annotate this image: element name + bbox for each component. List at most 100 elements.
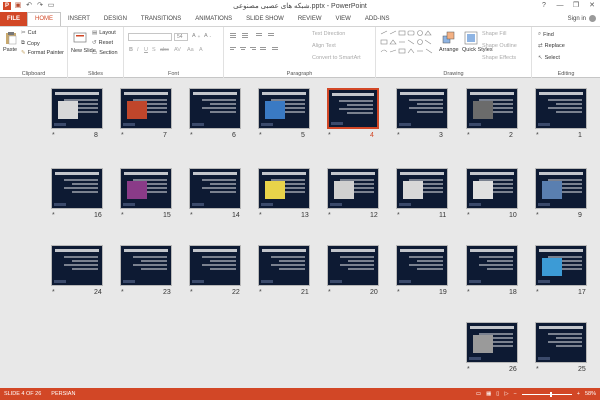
font-color-button[interactable]: A [199, 47, 203, 53]
reset-button[interactable]: ↺ Reset [92, 40, 113, 46]
zoom-level[interactable]: 58% [585, 391, 596, 397]
arrange-icon[interactable] [442, 31, 456, 45]
maximize-button[interactable]: ❐ [568, 0, 584, 12]
slideshow-view-icon[interactable]: ▷ [504, 391, 508, 397]
zoom-out-icon[interactable]: − [514, 391, 517, 397]
paste-button[interactable]: Paste [3, 47, 17, 53]
shape-fill-button[interactable]: Shape Fill [482, 31, 506, 37]
slide-transition-star[interactable]: * [259, 212, 262, 219]
layout-button[interactable]: ▤ Layout [92, 30, 116, 36]
tab-review[interactable]: REVIEW [291, 12, 329, 26]
slide-thumbnail[interactable] [396, 168, 448, 209]
slide-transition-star[interactable]: * [190, 289, 193, 296]
section-button[interactable]: ▭ Section [92, 50, 118, 56]
slide-transition-star[interactable]: * [52, 132, 55, 139]
slide-transition-star[interactable]: * [397, 132, 400, 139]
slide-transition-star[interactable]: * [121, 212, 124, 219]
slide-transition-star[interactable]: * [467, 212, 470, 219]
italic-button[interactable]: I [137, 47, 139, 53]
tab-design[interactable]: DESIGN [97, 12, 134, 26]
text-direction-button[interactable]: Text Direction [312, 31, 345, 37]
minimize-button[interactable]: — [552, 0, 568, 12]
align-text-button[interactable]: Align Text [312, 43, 336, 49]
paste-icon[interactable] [4, 31, 18, 45]
change-case-button[interactable]: Aa [187, 47, 194, 53]
slide-thumbnail[interactable] [258, 88, 310, 129]
shape-effects-button[interactable]: Shape Effects [482, 55, 516, 61]
zoom-slider-thumb[interactable] [549, 391, 552, 397]
zoom-in-icon[interactable]: + [577, 391, 580, 397]
slide-transition-star[interactable]: * [328, 212, 331, 219]
spacing-button[interactable]: AV [174, 47, 181, 53]
cut-button[interactable]: ✂ Cut [21, 30, 36, 36]
strikethrough-button[interactable]: abc [160, 47, 169, 53]
slide-thumbnail[interactable] [466, 322, 518, 363]
normal-view-icon[interactable]: ▭ [476, 391, 481, 397]
slide-thumbnail[interactable] [189, 168, 241, 209]
format-painter-button[interactable]: ✎ Format Painter [21, 50, 64, 56]
tab-transitions[interactable]: TRANSITIONS [134, 12, 188, 26]
slide-thumbnail[interactable] [396, 88, 448, 129]
underline-button[interactable]: U [144, 47, 148, 53]
slide-transition-star[interactable]: * [536, 289, 539, 296]
slide-transition-star[interactable]: * [52, 289, 55, 296]
slide-transition-star[interactable]: * [121, 132, 124, 139]
reading-view-icon[interactable]: ▯ [496, 391, 499, 397]
slide-thumbnail[interactable] [466, 245, 518, 286]
slide-sorter-view-icon[interactable]: ▦ [486, 391, 491, 397]
slide-transition-star[interactable]: * [121, 289, 124, 296]
slide-transition-star[interactable]: * [190, 132, 193, 139]
slide-transition-star[interactable]: * [190, 212, 193, 219]
slide-thumbnail[interactable] [120, 245, 172, 286]
tab-home[interactable]: HOME [27, 12, 61, 26]
tab-animations[interactable]: ANIMATIONS [188, 12, 239, 26]
slide-thumbnail[interactable] [396, 245, 448, 286]
slide-transition-star[interactable]: * [328, 132, 331, 139]
tab-view[interactable]: VIEW [329, 12, 358, 26]
help-button[interactable]: ? [536, 0, 552, 12]
slide-thumbnail[interactable] [535, 245, 587, 286]
slide-thumbnail[interactable] [189, 88, 241, 129]
slide-transition-star[interactable]: * [397, 212, 400, 219]
zoom-slider[interactable] [521, 391, 572, 397]
select-button[interactable]: ↖ Select [538, 55, 560, 61]
slide-thumbnail[interactable] [120, 88, 172, 129]
slide-thumbnail[interactable] [51, 245, 103, 286]
language-indicator[interactable]: PERSIAN [51, 391, 75, 397]
sign-in[interactable]: Sign in [568, 15, 596, 22]
shadow-button[interactable]: S [152, 47, 156, 53]
tab-slide-show[interactable]: SLIDE SHOW [239, 12, 291, 26]
close-button[interactable]: ✕ [584, 0, 600, 12]
paragraph-controls-icon[interactable] [230, 31, 310, 59]
slide-thumbnail[interactable] [258, 168, 310, 209]
slide-transition-star[interactable]: * [259, 132, 262, 139]
slide-thumbnail[interactable] [120, 168, 172, 209]
find-button[interactable]: ⌕ Find [538, 31, 554, 38]
new-slide-icon[interactable] [73, 31, 87, 45]
sign-in-label[interactable]: Sign in [568, 16, 586, 22]
slide-thumbnail[interactable] [535, 168, 587, 209]
replace-button[interactable]: ⇄ Replace [538, 43, 565, 49]
slide-thumbnail[interactable] [51, 168, 103, 209]
arrange-button[interactable]: Arrange [439, 47, 459, 53]
shrink-font-button[interactable]: A- [204, 33, 211, 39]
copy-button[interactable]: ⧉ Copy [21, 40, 40, 47]
slide-thumbnail[interactable] [51, 88, 103, 129]
shape-outline-button[interactable]: Shape Outline [482, 43, 517, 49]
tab-insert[interactable]: INSERT [61, 12, 97, 26]
slide-thumbnail[interactable] [327, 245, 379, 286]
font-name-input[interactable] [128, 33, 172, 41]
slide-transition-star[interactable]: * [259, 289, 262, 296]
grow-font-button[interactable]: A + [192, 33, 200, 39]
slide-transition-star[interactable]: * [536, 132, 539, 139]
slide-thumbnail[interactable] [466, 168, 518, 209]
slide-thumbnail[interactable] [189, 245, 241, 286]
slide-transition-star[interactable]: * [536, 212, 539, 219]
tab-add-ins[interactable]: ADD-INS [358, 12, 397, 26]
slide-transition-star[interactable]: * [467, 132, 470, 139]
slide-transition-star[interactable]: * [467, 289, 470, 296]
slide-transition-star[interactable]: * [328, 289, 331, 296]
slide-thumbnail[interactable] [535, 322, 587, 363]
slide-transition-star[interactable]: * [52, 212, 55, 219]
slide-thumbnail[interactable] [535, 88, 587, 129]
